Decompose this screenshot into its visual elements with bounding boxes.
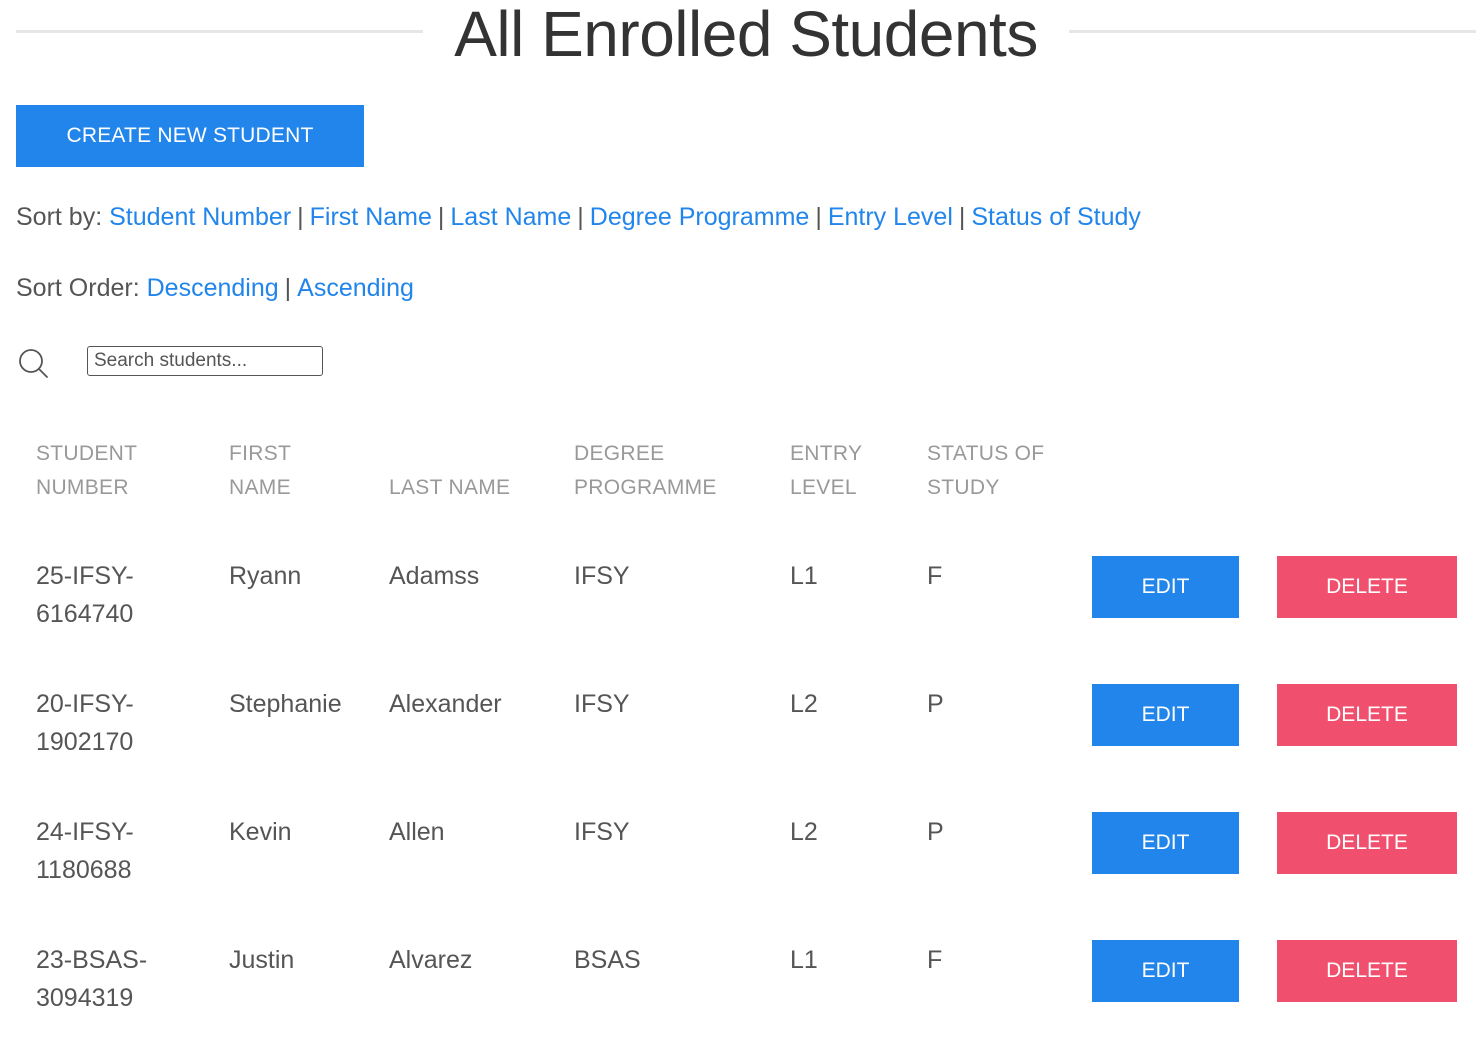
cell-line: 20-IFSY- bbox=[36, 690, 134, 718]
sort-by-bar: Sort by: Student Number | First Name | Last … bbox=[16, 203, 1141, 232]
header-entry-level: ENTRY LEVEL bbox=[790, 437, 862, 505]
header-line: LAST NAME bbox=[389, 476, 511, 499]
cell-line: 24-IFSY- bbox=[36, 818, 134, 846]
header-status-of-study: STATUS OF STUDY bbox=[927, 437, 1044, 505]
header-degree-programme: DEGREE PROGRAMME bbox=[574, 437, 717, 505]
cell-line: 6164740 bbox=[36, 600, 134, 628]
sort-by-first-name[interactable]: First Name bbox=[310, 203, 432, 231]
sort-by-student-number[interactable]: Student Number bbox=[109, 203, 291, 231]
cell-entry-level: L1 bbox=[790, 562, 818, 590]
separator: | bbox=[284, 274, 292, 302]
cell-status: P bbox=[927, 818, 944, 846]
header-line: DEGREE bbox=[574, 442, 665, 465]
sort-by-entry-level[interactable]: Entry Level bbox=[828, 203, 953, 231]
title-divider-left bbox=[16, 30, 423, 33]
cell-line: 3094319 bbox=[36, 984, 134, 1012]
cell-degree: IFSY bbox=[574, 690, 630, 718]
cell-status: F bbox=[927, 562, 943, 590]
sort-order-ascending[interactable]: Ascending bbox=[297, 274, 414, 302]
header-last-name: LAST NAME bbox=[389, 437, 510, 505]
header-line: PROGRAMME bbox=[574, 476, 717, 499]
cell-entry-level: L2 bbox=[790, 818, 818, 846]
title-divider-right bbox=[1069, 30, 1476, 33]
cell-first-name: Ryann bbox=[229, 562, 302, 590]
sort-order-label: Sort Order: bbox=[16, 274, 140, 302]
delete-button[interactable]: DELETE bbox=[1277, 940, 1457, 1002]
separator: | bbox=[437, 203, 445, 231]
page-header: All Enrolled Students bbox=[16, 0, 1476, 70]
sort-order-bar: Sort Order: Descending | Ascending bbox=[16, 274, 414, 303]
cell-entry-level: L1 bbox=[790, 946, 818, 974]
header-line: ENTRY bbox=[790, 442, 863, 465]
header-student-number: STUDENT NUMBER bbox=[36, 437, 137, 505]
edit-button[interactable]: EDIT bbox=[1092, 940, 1239, 1002]
cell-line: 1902170 bbox=[36, 728, 134, 756]
cell-status: F bbox=[927, 946, 943, 974]
cell-degree: IFSY bbox=[574, 818, 630, 846]
edit-button[interactable]: EDIT bbox=[1092, 812, 1239, 874]
cell-student-number: 24-IFSY- 1180688 bbox=[36, 813, 134, 889]
edit-button[interactable]: EDIT bbox=[1092, 684, 1239, 746]
edit-button[interactable]: EDIT bbox=[1092, 556, 1239, 618]
page-title: All Enrolled Students bbox=[454, 0, 1038, 70]
sort-by-status-of-study[interactable]: Status of Study bbox=[971, 203, 1141, 231]
separator: | bbox=[577, 203, 584, 231]
header-line: NAME bbox=[229, 476, 291, 499]
header-line: STATUS OF bbox=[927, 442, 1045, 465]
cell-last-name: Alvarez bbox=[389, 946, 473, 974]
search-input[interactable] bbox=[87, 346, 323, 376]
cell-student-number: 23-BSAS- 3094319 bbox=[36, 941, 147, 1017]
header-line: STUDY bbox=[927, 476, 1000, 499]
cell-last-name: Adamss bbox=[389, 562, 480, 590]
header-first-name: FIRST NAME bbox=[229, 437, 291, 505]
delete-button[interactable]: DELETE bbox=[1277, 812, 1457, 874]
sort-order-descending[interactable]: Descending bbox=[147, 274, 279, 302]
cell-last-name: Allen bbox=[389, 818, 445, 846]
header-line: LEVEL bbox=[790, 476, 857, 499]
cell-student-number: 20-IFSY- 1902170 bbox=[36, 685, 134, 761]
separator: | bbox=[958, 203, 966, 231]
cell-line: 25-IFSY- bbox=[36, 562, 134, 590]
header-line: STUDENT bbox=[36, 442, 138, 465]
create-new-student-button[interactable]: CREATE NEW STUDENT bbox=[16, 105, 364, 167]
delete-button[interactable]: DELETE bbox=[1277, 684, 1457, 746]
cell-line: 1180688 bbox=[36, 856, 132, 884]
cell-last-name: Alexander bbox=[389, 690, 502, 718]
cell-student-number: 25-IFSY- 6164740 bbox=[36, 557, 134, 633]
separator: | bbox=[297, 203, 304, 231]
separator: | bbox=[815, 203, 822, 231]
cell-entry-level: L2 bbox=[790, 690, 818, 718]
header-line bbox=[389, 437, 510, 471]
cell-degree: IFSY bbox=[574, 562, 630, 590]
cell-first-name: Justin bbox=[229, 946, 295, 974]
header-line: NUMBER bbox=[36, 476, 129, 499]
search-icon bbox=[19, 349, 48, 378]
cell-line: 23-BSAS- bbox=[36, 946, 148, 974]
delete-button[interactable]: DELETE bbox=[1277, 556, 1457, 618]
sort-by-label: Sort by: bbox=[16, 203, 103, 231]
cell-first-name: Kevin bbox=[229, 818, 292, 846]
header-line: FIRST bbox=[229, 442, 292, 465]
cell-status: P bbox=[927, 690, 944, 718]
sort-by-last-name[interactable]: Last Name bbox=[450, 203, 571, 231]
sort-by-degree-programme[interactable]: Degree Programme bbox=[590, 203, 810, 231]
cell-degree: BSAS bbox=[574, 946, 641, 974]
cell-first-name: Stephanie bbox=[229, 690, 342, 718]
